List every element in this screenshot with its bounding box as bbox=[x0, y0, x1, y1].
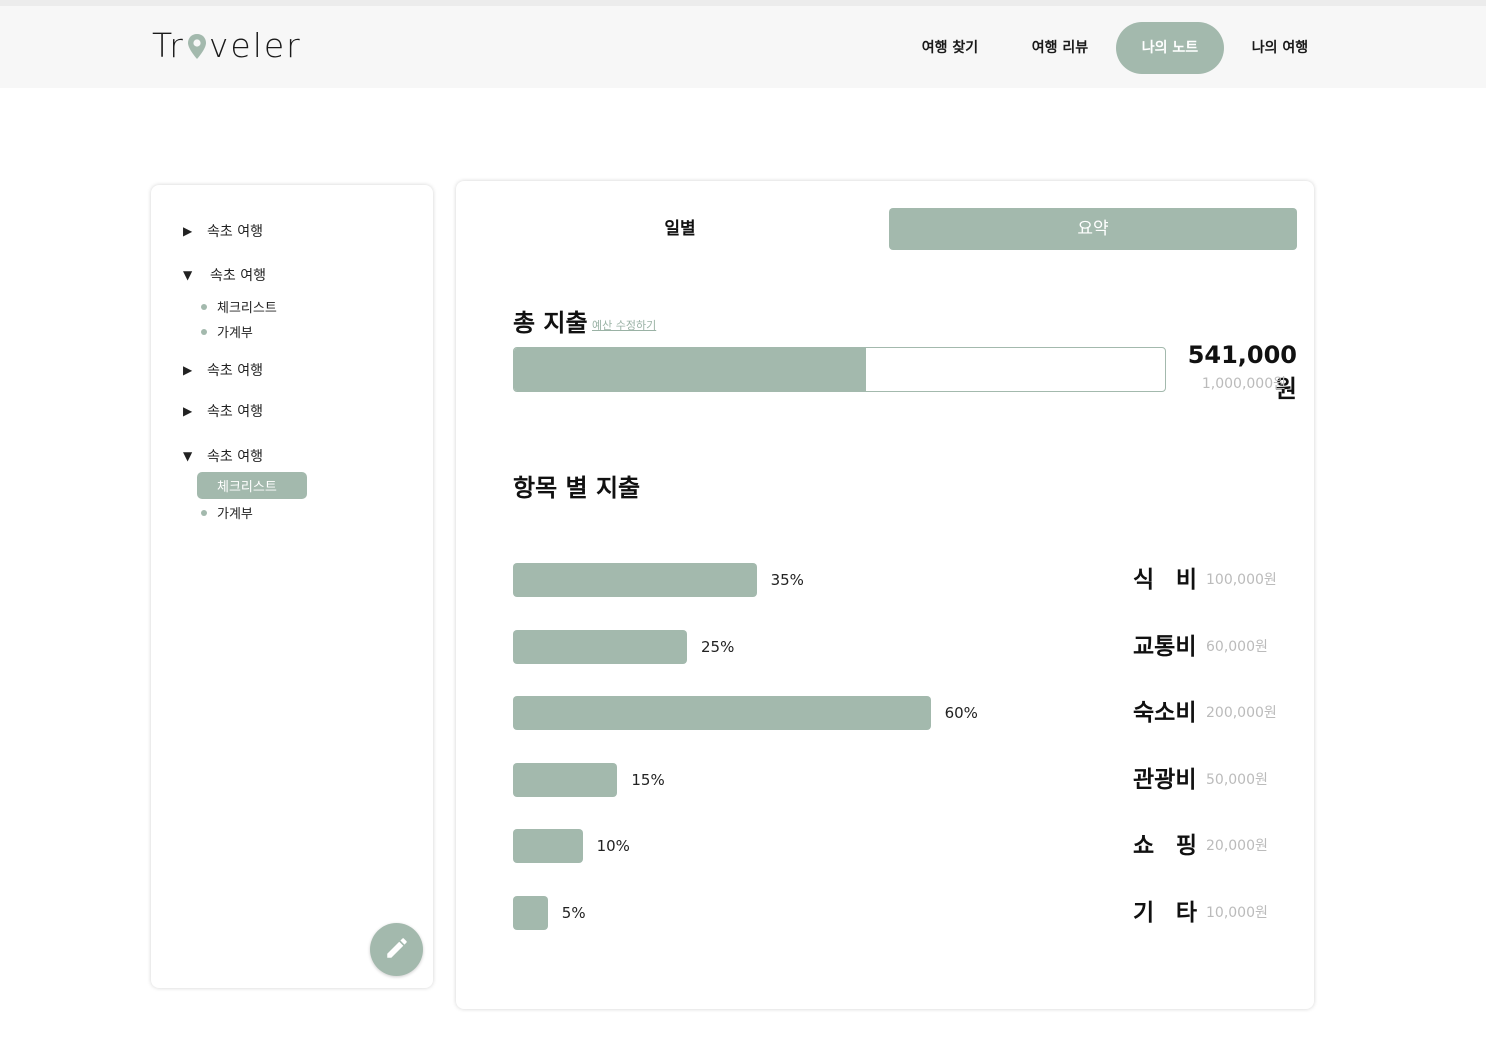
category-bar bbox=[513, 829, 583, 863]
sidebar-trip-2[interactable]: ▼ 속초 여행 bbox=[183, 265, 266, 285]
category-name: 숙소비 bbox=[1133, 700, 1197, 726]
triangle-down-icon[interactable]: ▼ bbox=[183, 268, 210, 282]
sidebar-item-label: 체크리스트 bbox=[217, 480, 277, 495]
sidebar-trip-3[interactable]: ▶ 속초 여행 bbox=[183, 360, 263, 380]
category-name: 기 타 bbox=[1133, 899, 1197, 926]
nav-find-trip[interactable]: 여행 찾기 bbox=[900, 22, 1000, 74]
sidebar-item-checklist-active[interactable]: 체크리스트 bbox=[197, 472, 307, 499]
sidebar-item-label: 체크리스트 bbox=[217, 301, 277, 316]
category-row: 25% 교통비 60,000원 bbox=[513, 629, 1293, 664]
pencil-icon bbox=[384, 935, 410, 965]
category-percent-label: 5% bbox=[561, 903, 586, 922]
category-percent-label: 35% bbox=[770, 571, 804, 589]
category-name: 쇼 핑 bbox=[1133, 833, 1197, 859]
sidebar-trip-label: 속초 여행 bbox=[207, 404, 263, 420]
category-bar bbox=[513, 895, 548, 930]
sidebar-trip-4[interactable]: ▶ 속초 여행 bbox=[183, 401, 263, 421]
bullet-icon bbox=[201, 328, 207, 335]
sidebar-item-budget[interactable]: 가계부 bbox=[201, 503, 253, 522]
category-bar bbox=[513, 696, 931, 730]
sidebar-trip-label: 속초 여행 bbox=[207, 449, 263, 465]
category-row: 35% 식 비 100,000원 bbox=[513, 563, 1293, 597]
sidebar-trip-label: 속초 여행 bbox=[210, 268, 266, 284]
category-bar bbox=[513, 563, 757, 597]
sidebar-trip-1[interactable]: ▶ 속초 여행 bbox=[183, 221, 263, 241]
category-row: 15% 관광비 50,000원 bbox=[513, 762, 1293, 797]
category-name: 교통비 bbox=[1133, 633, 1197, 660]
total-budget-amount: 1,000,000원 bbox=[1201, 376, 1286, 392]
triangle-right-icon[interactable]: ▶ bbox=[183, 224, 207, 238]
category-percent-label: 15% bbox=[631, 770, 665, 789]
category-name: 식 비 bbox=[1133, 567, 1197, 593]
triangle-right-icon[interactable]: ▶ bbox=[183, 404, 207, 418]
category-bar bbox=[513, 762, 618, 797]
edit-button[interactable] bbox=[370, 923, 423, 976]
sidebar-trip-label: 속초 여행 bbox=[207, 363, 263, 379]
expense-summary-panel: 일별 요약 총 지출 예산 수정하기 541,000원 1,000,000원 항… bbox=[456, 181, 1314, 1009]
triangle-down-icon[interactable]: ▼ bbox=[183, 449, 207, 463]
category-percent-label: 25% bbox=[701, 637, 735, 656]
category-percent-label: 10% bbox=[596, 837, 630, 855]
category-amount: 10,000원 bbox=[1206, 904, 1268, 921]
nav-my-trips[interactable]: 나의 여행 bbox=[1232, 22, 1328, 74]
bullet-icon bbox=[201, 303, 207, 310]
category-name: 관광비 bbox=[1133, 766, 1197, 793]
nav-trip-review[interactable]: 여행 리뷰 bbox=[1010, 22, 1110, 74]
total-progress-bar bbox=[513, 347, 1166, 392]
category-amount: 20,000원 bbox=[1206, 838, 1268, 854]
sidebar-item-checklist[interactable]: 체크리스트 bbox=[201, 297, 277, 316]
edit-budget-link[interactable]: 예산 수정하기 bbox=[592, 317, 656, 333]
category-row: 10% 쇼 핑 20,000원 bbox=[513, 829, 1293, 863]
category-percent-label: 60% bbox=[944, 704, 978, 722]
tab-daily[interactable]: 일별 bbox=[480, 208, 880, 250]
category-amount: 60,000원 bbox=[1206, 638, 1268, 655]
sidebar-trip-label: 속초 여행 bbox=[207, 224, 263, 240]
sidebar-item-budget[interactable]: 가계부 bbox=[201, 322, 253, 341]
sidebar: ▶ 속초 여행 ▼ 속초 여행 체크리스트 가계부 ▶ 속초 여행 ▶ 속초 여… bbox=[151, 185, 433, 988]
total-expense-title: 총 지출 bbox=[513, 309, 588, 337]
category-amount: 200,000원 bbox=[1206, 705, 1277, 721]
category-bar bbox=[513, 629, 687, 664]
category-amount: 50,000원 bbox=[1206, 771, 1268, 788]
header: Tr veler 여행 찾기 여행 리뷰 나의 노트 나의 여행 bbox=[0, 6, 1486, 88]
sidebar-item-label: 가계부 bbox=[217, 507, 253, 522]
sidebar-trip-5[interactable]: ▼ 속초 여행 bbox=[183, 446, 263, 466]
category-row: 60% 숙소비 200,000원 bbox=[513, 696, 1293, 730]
category-amount: 100,000원 bbox=[1206, 572, 1277, 588]
triangle-right-icon[interactable]: ▶ bbox=[183, 363, 207, 377]
total-progress-fill bbox=[514, 348, 867, 391]
main-nav: 여행 찾기 여행 리뷰 나의 노트 나의 여행 bbox=[0, 22, 1486, 74]
tab-summary[interactable]: 요약 bbox=[889, 208, 1297, 250]
nav-my-notes[interactable]: 나의 노트 bbox=[1116, 22, 1224, 74]
bullet-icon bbox=[201, 509, 207, 516]
sidebar-item-label: 가계부 bbox=[217, 326, 253, 341]
category-expense-title: 항목 별 지출 bbox=[513, 474, 641, 502]
category-row: 5% 기 타 10,000원 bbox=[513, 895, 1293, 930]
